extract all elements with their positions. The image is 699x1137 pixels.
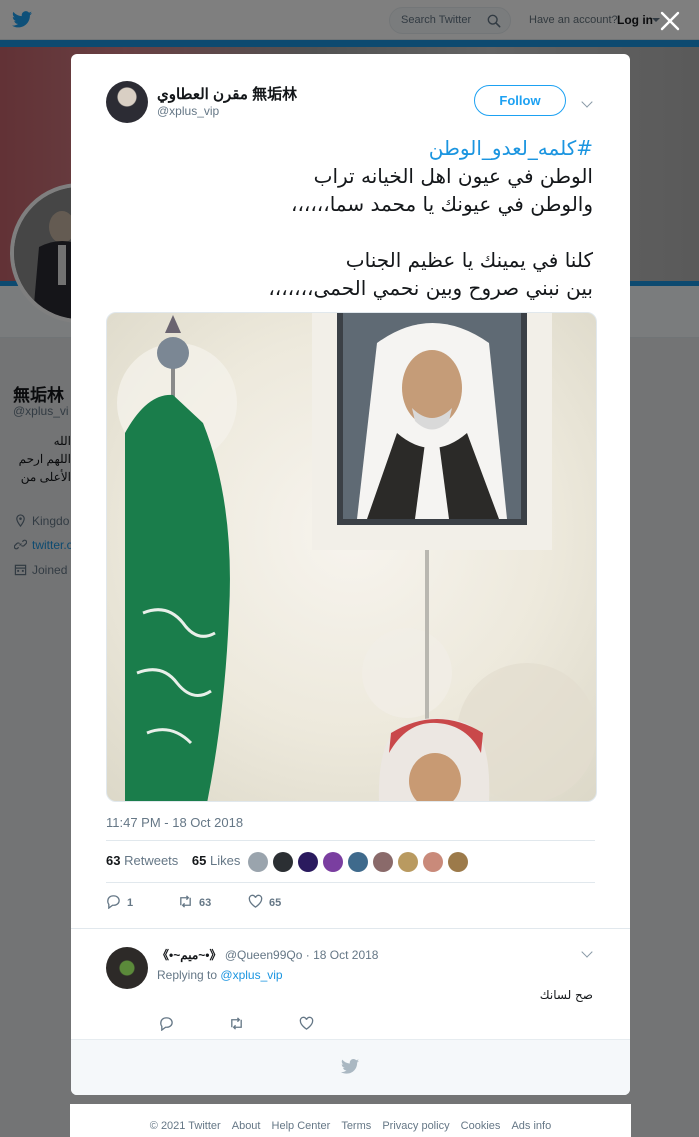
replying-to: Replying to @xplus_vip	[157, 968, 283, 982]
retweet-count: 63	[199, 897, 212, 909]
retweets-label[interactable]: Retweets	[124, 853, 178, 868]
hashtag-link[interactable]: #كلمه_لعدو_الوطن	[106, 134, 593, 162]
tweet-photo	[117, 313, 596, 801]
reply-button[interactable]	[159, 1015, 174, 1032]
author-handle[interactable]: @xplus_vip	[157, 104, 219, 118]
like-count: 65	[269, 897, 282, 909]
footer-link-privacy[interactable]: Privacy policy	[382, 1120, 449, 1132]
author-name[interactable]: مقرن العطاوي 無垢林	[157, 83, 297, 104]
reply-count: 1	[127, 897, 134, 909]
likes-count[interactable]: 65	[192, 853, 206, 868]
tweet-line: الوطن في عيون اهل الخيانه تراب	[313, 164, 593, 188]
liker-avatar[interactable]	[348, 852, 368, 872]
footer-link-ads-info[interactable]: Ads info	[511, 1120, 551, 1132]
liker-avatar[interactable]	[423, 852, 443, 872]
tweet-line	[106, 218, 593, 246]
divider	[71, 928, 630, 929]
footer-link-about[interactable]: About	[232, 1120, 261, 1132]
engagement-stats: 63 Retweets 65 Likes	[106, 853, 250, 873]
footer-copyright: © 2021 Twitter	[149, 1120, 221, 1132]
retweet-button[interactable]	[229, 1015, 244, 1031]
liker-avatars	[248, 852, 473, 872]
tweet-line: والوطن في عيونك يا محمد سما،،،،،،	[290, 192, 593, 216]
retweets-count[interactable]: 63	[106, 853, 120, 868]
liker-avatar[interactable]	[373, 852, 393, 872]
chevron-down-icon[interactable]	[581, 946, 593, 958]
liker-avatar[interactable]	[248, 852, 268, 872]
reply-author-name[interactable]: 《•~ميم~•》	[157, 948, 221, 962]
like-button[interactable]: 65	[248, 894, 281, 910]
close-icon[interactable]	[659, 10, 681, 32]
chevron-down-icon[interactable]	[581, 96, 593, 108]
reply-icon	[107, 895, 120, 910]
retweet-button[interactable]: 63	[178, 894, 211, 910]
author-avatar[interactable]	[106, 81, 148, 123]
reply-text: صح لسانك	[539, 988, 593, 1002]
tweet-modal: مقرن العطاوي 無垢林 @xplus_vip Follow #كلمه…	[71, 54, 630, 1095]
reply-icon	[160, 1017, 173, 1032]
follow-button[interactable]: Follow	[474, 85, 566, 116]
liker-avatar[interactable]	[323, 852, 343, 872]
twitter-logo-icon	[341, 1059, 359, 1074]
divider	[106, 840, 595, 841]
replying-handle[interactable]: @xplus_vip	[220, 968, 282, 982]
heart-icon	[299, 1016, 314, 1030]
divider	[106, 882, 595, 883]
footer-link-help-center[interactable]: Help Center	[272, 1120, 331, 1132]
retweet-icon	[231, 1017, 242, 1030]
heart-icon	[248, 894, 263, 908]
reply-button[interactable]: 1	[106, 894, 133, 910]
tweet-timestamp[interactable]: 11:47 PM - 18 Oct 2018	[106, 815, 243, 830]
likes-label[interactable]: Likes	[210, 853, 240, 868]
tweet-text: #كلمه_لعدو_الوطن الوطن في عيون اهل الخيا…	[106, 134, 593, 302]
footer-link-terms[interactable]: Terms	[341, 1120, 371, 1132]
tweet-image[interactable]	[106, 312, 597, 802]
reply-avatar[interactable]	[106, 947, 148, 989]
retweet-icon	[180, 895, 191, 908]
tweet-line: كلنا في يمينك يا عظيم الجناب	[345, 248, 593, 272]
liker-avatar[interactable]	[448, 852, 468, 872]
reply-date[interactable]: 18 Oct 2018	[313, 948, 378, 962]
footer-link-cookies[interactable]: Cookies	[461, 1120, 501, 1132]
reply-author-handle[interactable]: @Queen99Qo	[225, 948, 303, 962]
liker-avatar[interactable]	[273, 852, 293, 872]
tweet-line: بين نبني صروح وبين نحمي الحمى،،،،،،،	[268, 276, 593, 300]
liker-avatar[interactable]	[398, 852, 418, 872]
replying-label: Replying to	[157, 968, 218, 982]
liker-avatar[interactable]	[298, 852, 318, 872]
like-button[interactable]	[299, 1015, 314, 1031]
reply-header: 《•~ميم~•》 @Queen99Qo · 18 Oct 2018	[157, 946, 378, 963]
modal-footer	[71, 1039, 630, 1095]
reply-separator: ·	[305, 948, 310, 962]
site-footer: © 2021 Twitter About Help Center Terms P…	[70, 1104, 631, 1137]
